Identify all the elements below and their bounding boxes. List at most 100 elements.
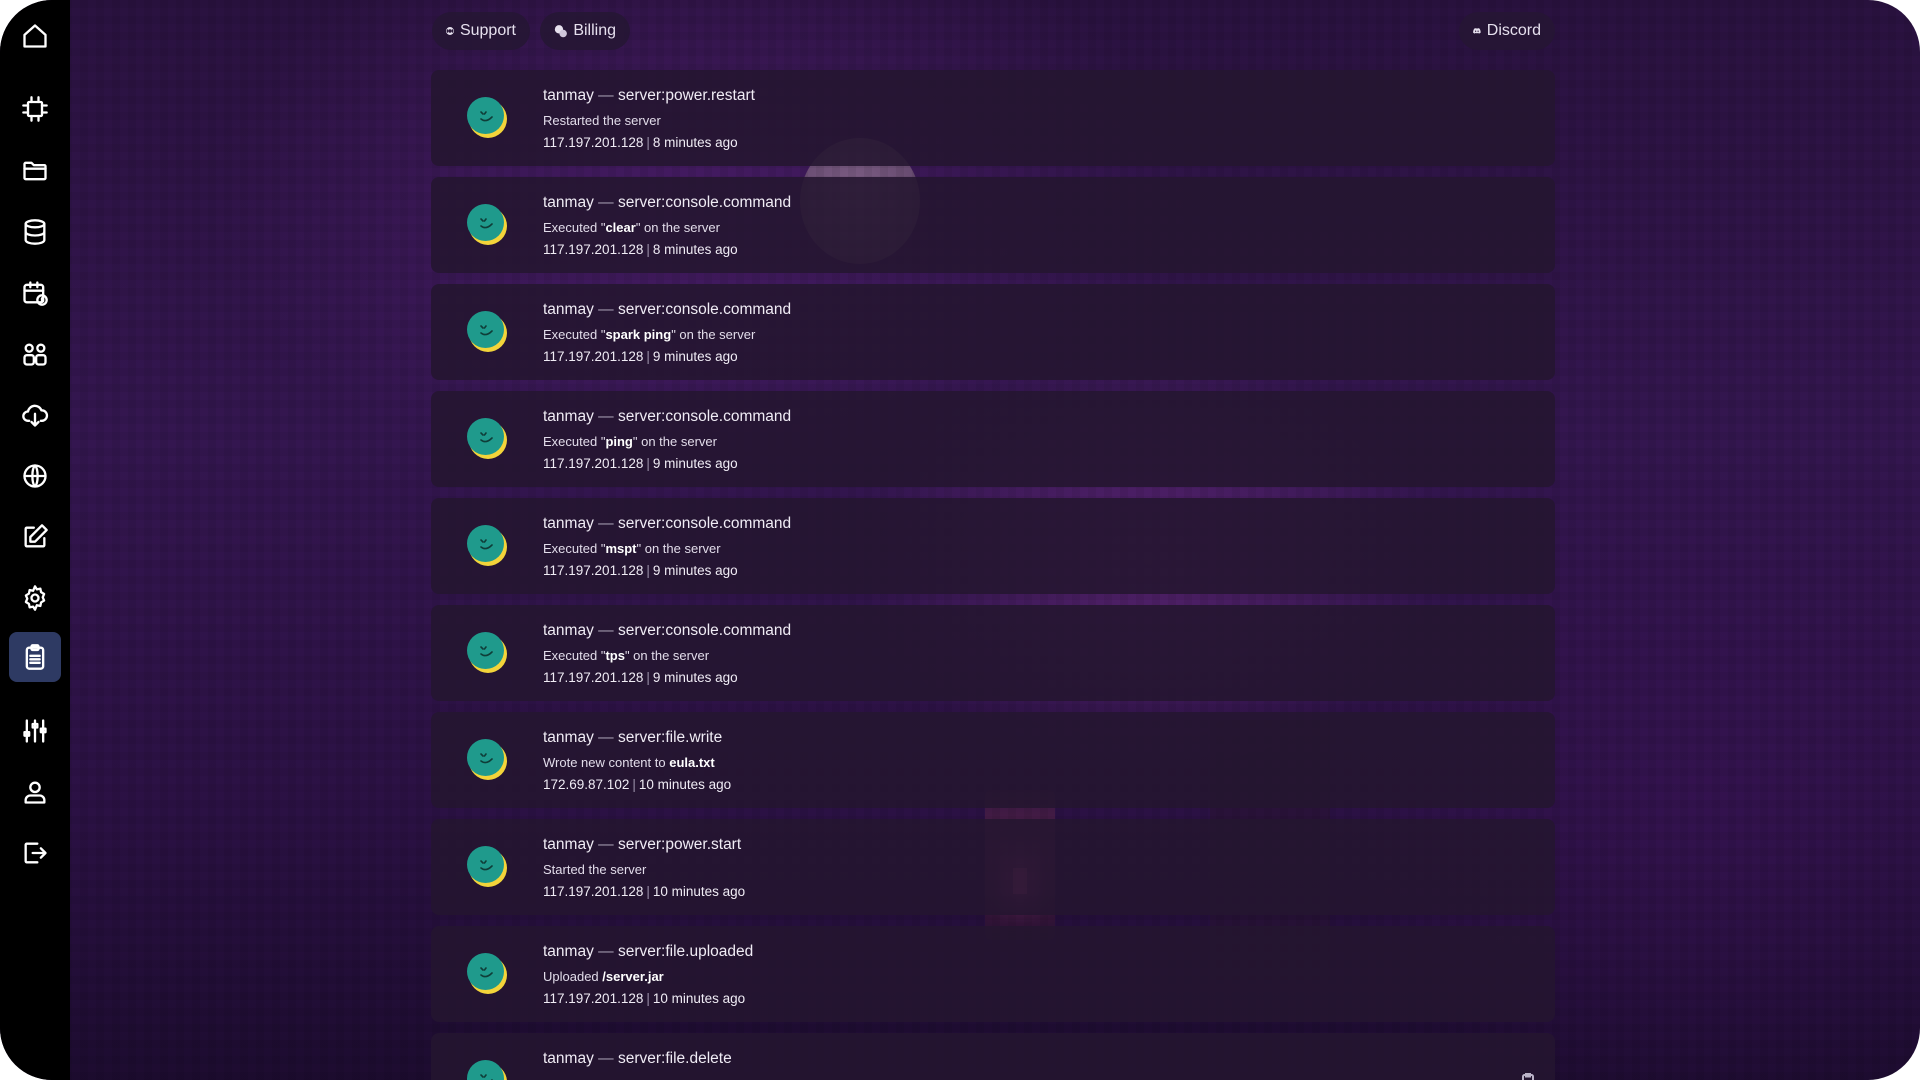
- event-time: 10 minutes ago: [652, 884, 746, 899]
- event-title: tanmay — server:power.start: [543, 836, 741, 854]
- event-time: 9 minutes ago: [652, 563, 738, 578]
- event-user: tanmay: [543, 836, 594, 853]
- event-title: tanmay — server:console.command: [543, 301, 791, 319]
- event-meta: 172.69.87.102 | 10 minutes ago: [543, 777, 731, 792]
- avatar: [467, 525, 507, 566]
- event-user: tanmay: [543, 301, 594, 318]
- event-user: tanmay: [543, 194, 594, 211]
- event-ip: 172.69.87.102: [543, 777, 630, 792]
- users-icon: [23, 343, 47, 366]
- event-dash: —: [598, 87, 614, 104]
- sidebar-item-databases[interactable]: [9, 207, 61, 257]
- activity-log-item: tanmay — server:console.command Executed …: [431, 605, 1555, 701]
- event-name: server:file.write: [617, 729, 723, 746]
- smiley-face-icon: [476, 536, 498, 552]
- smiley-face-icon: [476, 750, 498, 766]
- event-name: server:power.restart: [617, 87, 755, 104]
- smiley-face-icon: [476, 857, 498, 873]
- avatar: [467, 418, 507, 459]
- event-time: 9 minutes ago: [652, 349, 738, 364]
- event-name: server:console.command: [617, 408, 792, 425]
- event-description: Wrote new content to eula.txt: [543, 755, 715, 770]
- sidebar-item-settings[interactable]: [9, 573, 61, 623]
- event-meta: 117.197.201.128 | 8 minutes ago: [543, 135, 738, 150]
- user-icon: [24, 781, 46, 804]
- event-desc-bold: clear: [605, 220, 636, 235]
- event-description: Restarted the server: [543, 113, 661, 128]
- event-name: server:file.delete: [617, 1050, 732, 1067]
- event-title: tanmay — server:console.command: [543, 515, 791, 533]
- event-desc-pre: Uploaded: [543, 969, 603, 984]
- event-description: Started the server: [543, 862, 646, 877]
- clipboard-icon[interactable]: [1521, 1073, 1535, 1080]
- activity-log-item: tanmay — server:console.command Executed …: [431, 284, 1555, 380]
- event-desc-post: " on the server: [671, 327, 756, 342]
- smiley-face-icon: [476, 964, 498, 980]
- sidebar-item-logout[interactable]: [9, 828, 61, 878]
- sidebar-item-schedules[interactable]: [9, 268, 61, 318]
- sidebar-item-backups[interactable]: [9, 390, 61, 440]
- event-description: Executed "tps" on the server: [543, 648, 709, 663]
- avatar: [467, 739, 507, 780]
- event-desc-pre: Executed ": [543, 327, 606, 342]
- event-desc-bold: /server.jar: [602, 969, 664, 984]
- cpu-icon: [22, 96, 48, 122]
- sidebar-item-users[interactable]: [9, 329, 61, 379]
- event-description: Executed "ping" on the server: [543, 434, 717, 449]
- globe-icon: [23, 464, 47, 488]
- sidebar-item-admin[interactable]: [9, 706, 61, 756]
- event-meta: 117.197.201.128 | 9 minutes ago: [543, 349, 738, 364]
- event-user: tanmay: [543, 408, 594, 425]
- activity-log-item: tanmay — server:console.command Executed …: [431, 391, 1555, 487]
- event-ip: 117.197.201.128: [543, 991, 644, 1006]
- event-title: tanmay — server:file.write: [543, 729, 722, 747]
- sidebar-item-home[interactable]: [9, 11, 61, 61]
- event-description: Executed "mspt" on the server: [543, 541, 721, 556]
- avatar: [467, 846, 507, 887]
- event-name: server:power.start: [617, 836, 742, 853]
- event-meta-separator: |: [646, 884, 650, 899]
- sidebar-item-files[interactable]: [9, 146, 61, 196]
- event-dash: —: [598, 622, 614, 639]
- event-user: tanmay: [543, 729, 594, 746]
- calendar-clock-icon: [23, 281, 48, 306]
- event-description: Executed "clear" on the server: [543, 220, 720, 235]
- event-desc-bold: ping: [605, 434, 633, 449]
- event-meta: 117.197.201.128 | 9 minutes ago: [543, 670, 738, 685]
- event-desc-post: " on the server: [635, 220, 720, 235]
- event-desc-bold: spark ping: [605, 327, 672, 342]
- event-title: tanmay — server:console.command: [543, 622, 791, 640]
- sidebar-item-activity[interactable]: [9, 632, 61, 682]
- event-desc-bold: mspt: [605, 541, 637, 556]
- sidebar-item-network[interactable]: [9, 451, 61, 501]
- event-meta-separator: |: [632, 777, 636, 792]
- event-dash: —: [598, 194, 614, 211]
- folder-icon: [23, 161, 47, 181]
- event-time: 10 minutes ago: [652, 991, 746, 1006]
- smiley-face-icon: [476, 108, 498, 124]
- event-user: tanmay: [543, 515, 594, 532]
- event-desc-bold: tps: [605, 648, 625, 663]
- event-ip: 117.197.201.128: [543, 242, 644, 257]
- activity-log-item: tanmay — server:console.command Executed …: [431, 177, 1555, 273]
- discord-button[interactable]: Discord: [1459, 12, 1555, 50]
- event-dash: —: [598, 943, 614, 960]
- event-time: 9 minutes ago: [652, 456, 738, 471]
- event-meta: 117.197.201.128 | 10 minutes ago: [543, 991, 745, 1006]
- billing-button[interactable]: Billing: [540, 12, 630, 50]
- event-title: tanmay — server:file.delete: [543, 1050, 732, 1068]
- smiley-face-icon: [476, 215, 498, 231]
- event-time: 10 minutes ago: [638, 777, 732, 792]
- event-title: tanmay — server:power.restart: [543, 87, 755, 105]
- event-dash: —: [598, 729, 614, 746]
- activity-log-item: tanmay — server:file.delete: [431, 1033, 1555, 1080]
- sidebar-item-startup[interactable]: [9, 512, 61, 562]
- support-button[interactable]: Support: [432, 12, 530, 50]
- event-user: tanmay: [543, 622, 594, 639]
- sidebar-item-console[interactable]: [9, 84, 61, 134]
- event-meta-separator: |: [646, 991, 650, 1006]
- avatar: [467, 1060, 507, 1080]
- sidebar-item-account[interactable]: [9, 767, 61, 817]
- event-meta-separator: |: [646, 456, 650, 471]
- event-meta: 117.197.201.128 | 9 minutes ago: [543, 456, 738, 471]
